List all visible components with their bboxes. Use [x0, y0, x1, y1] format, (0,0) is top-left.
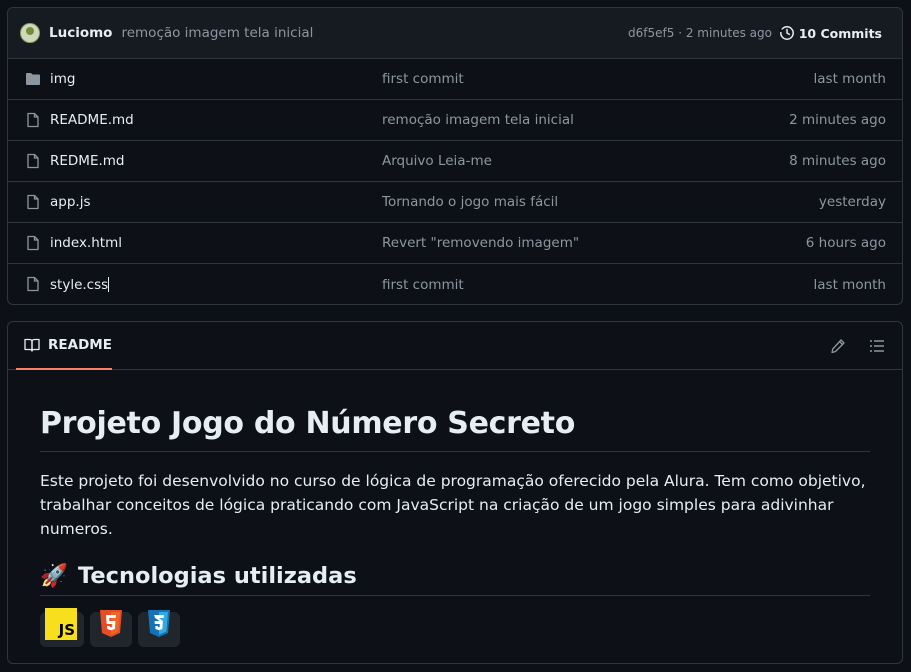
file-date: last month: [813, 276, 886, 293]
file-date: 2 minutes ago: [789, 112, 886, 128]
book-icon: [24, 338, 40, 352]
file-row-index-html[interactable]: index.html Revert "removendo imagem" 6 h…: [8, 223, 902, 264]
latest-commit-bar: Luciomo remoção imagem tela inicial d6f5…: [8, 8, 902, 59]
tech-heading: 🚀 Tecnologias utilizadas: [40, 563, 870, 596]
file-commit-message[interactable]: remoção imagem tela inicial: [382, 112, 574, 128]
file-row-redme[interactable]: REDME.md Arquivo Leia-me 8 minutes ago: [8, 141, 902, 182]
folder-icon: [26, 73, 40, 85]
file-row-style-css[interactable]: style.css first commit last month: [8, 264, 902, 304]
file-icon: [27, 153, 39, 169]
file-commit-message[interactable]: Arquivo Leia-me: [382, 153, 492, 169]
commits-count-label: 10 Commits: [798, 25, 882, 41]
commit-sha-time[interactable]: d6f5ef5 · 2 minutes ago: [628, 26, 772, 40]
file-date: yesterday: [818, 194, 886, 210]
file-list-box: Luciomo remoção imagem tela inicial d6f5…: [7, 7, 903, 305]
readme-content: Projeto Jogo do Número Secreto Este proj…: [40, 370, 870, 647]
file-commit-message[interactable]: Revert "removendo imagem": [382, 235, 579, 251]
tab-readme-label: README: [48, 337, 112, 353]
text-cursor: [108, 276, 110, 292]
readme-header: README: [8, 322, 902, 370]
file-commit-message[interactable]: first commit: [382, 71, 464, 87]
readme-description: Este projeto foi desenvolvido no curso d…: [40, 472, 866, 538]
html5-logo-icon: [100, 610, 122, 637]
js-logo-text: JS: [58, 621, 75, 639]
file-row-readme[interactable]: README.md remoção imagem tela inicial 2 …: [8, 100, 902, 141]
tech-badges: JS: [40, 608, 870, 647]
readme-box: README Projeto Jogo do Número Secreto Es…: [7, 321, 903, 664]
readme-title: Projeto Jogo do Número Secreto: [40, 406, 870, 452]
file-name-text: style.css: [50, 276, 109, 293]
file-name[interactable]: REDME.md: [50, 153, 125, 169]
file-name[interactable]: img: [50, 71, 75, 87]
file-icon: [27, 112, 39, 128]
list-unordered-icon[interactable]: [869, 338, 885, 354]
badge-css3[interactable]: [138, 610, 180, 647]
file-row-app-js[interactable]: app.js Tornando o jogo mais fácil yester…: [8, 182, 902, 223]
file-icon: [27, 276, 39, 292]
javascript-logo-icon: JS: [45, 608, 77, 640]
tech-heading-text: Tecnologias utilizadas: [78, 563, 357, 589]
avatar[interactable]: [20, 23, 40, 43]
file-date: last month: [813, 71, 886, 87]
file-commit-message[interactable]: first commit: [382, 277, 464, 293]
file-icon: [27, 235, 39, 251]
file-date: 8 minutes ago: [789, 153, 886, 169]
pencil-icon[interactable]: [830, 338, 846, 354]
commit-author[interactable]: Luciomo: [49, 25, 112, 41]
file-name[interactable]: style.css: [50, 276, 110, 293]
badge-javascript[interactable]: JS: [40, 608, 84, 647]
css3-logo-icon: [148, 610, 170, 637]
file-commit-message[interactable]: Tornando o jogo mais fácil: [382, 194, 558, 210]
file-name[interactable]: index.html: [50, 235, 122, 251]
file-name[interactable]: app.js: [50, 194, 91, 210]
file-date: 6 hours ago: [805, 235, 886, 251]
file-row-img[interactable]: img first commit last month: [8, 59, 902, 100]
file-icon: [27, 194, 39, 210]
commit-message[interactable]: remoção imagem tela inicial: [121, 25, 313, 41]
rocket-emoji: 🚀: [40, 563, 69, 589]
history-icon: [778, 26, 794, 40]
commits-link[interactable]: 10 Commits: [778, 25, 882, 41]
file-name[interactable]: README.md: [50, 112, 134, 128]
tab-readme[interactable]: README: [16, 322, 112, 370]
badge-html5[interactable]: [90, 610, 132, 647]
